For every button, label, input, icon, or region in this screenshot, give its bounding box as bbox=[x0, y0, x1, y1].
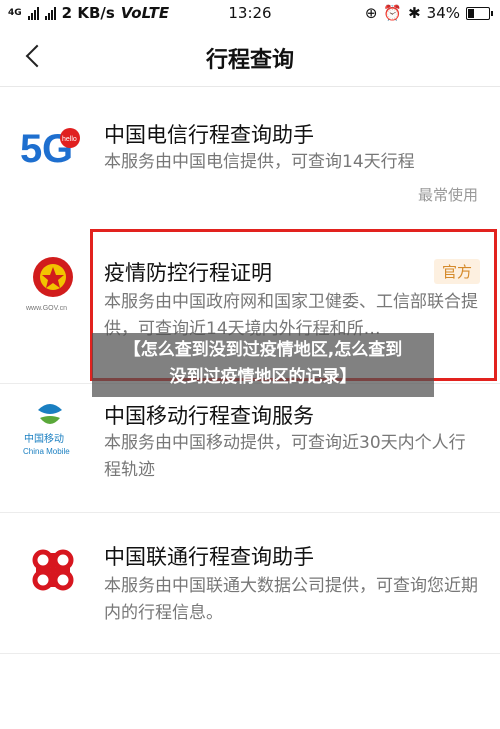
china-telecom-5g-logo: 5 G hello bbox=[20, 127, 80, 171]
status-bar: 4G 2 KB/s VoLTE 13:26 ⊕ ⏰ ✱ 34% bbox=[0, 0, 500, 28]
page-title: 行程查询 bbox=[205, 48, 294, 73]
item-desc: 本服务由中国移动提供，可查询近30天内个人行程轨迹 bbox=[104, 433, 466, 480]
item-desc: 本服务由中国联通大数据公司提供，可查询您近期内的行程信息。 bbox=[104, 576, 478, 623]
bluetooth-icon: ✱ bbox=[408, 4, 421, 22]
svg-text:中国移动: 中国移动 bbox=[24, 432, 64, 445]
item-title: 中国电信行程查询助手 bbox=[104, 123, 314, 147]
battery-icon bbox=[466, 6, 493, 20]
alarm-icon: ⏰ bbox=[383, 4, 403, 22]
svg-text:5: 5 bbox=[20, 127, 42, 171]
list-item-mobile[interactable]: 中国移动 China Mobile 中国移动行程查询服务 本服务由中国移动提供，… bbox=[0, 384, 500, 512]
overlay-line-2: 没到过疫情地区的记录】 bbox=[169, 367, 357, 387]
china-mobile-logo: 中国移动 China Mobile bbox=[23, 404, 70, 456]
battery-percent: 34% bbox=[426, 4, 460, 22]
divider bbox=[0, 653, 500, 654]
overlay-line-1: 【怎么查到没到过疫情地区,怎么查到 bbox=[123, 340, 403, 360]
svg-text:China Mobile: China Mobile bbox=[23, 447, 70, 456]
status-right: ⊕ ⏰ ✱ 34% bbox=[364, 4, 493, 22]
national-emblem-logo: www.GOV.cn bbox=[25, 257, 73, 312]
item-desc: 本服务由中国电信提供，可查询14天行程 bbox=[104, 152, 415, 172]
article-title-overlay: 【怎么查到没到过疫情地区,怎么查到 没到过疫情地区的记录】 bbox=[92, 333, 434, 397]
most-used-label: 最常使用 bbox=[417, 186, 478, 204]
item-title: 中国联通行程查询助手 bbox=[104, 545, 314, 569]
item-title: 中国移动行程查询服务 bbox=[104, 404, 314, 428]
list-item-unicom[interactable]: 中国联通行程查询助手 本服务由中国联通大数据公司提供，可查询您近期内的行程信息。 bbox=[0, 513, 500, 653]
item-title: 疫情防控行程证明 bbox=[104, 261, 272, 285]
svg-text:www.GOV.cn: www.GOV.cn bbox=[25, 305, 67, 312]
list-item-telecom[interactable]: 5 G hello 中国电信行程查询助手 本服务由中国电信提供，可查询14天行程… bbox=[0, 86, 500, 219]
china-unicom-logo bbox=[32, 549, 74, 591]
location-icon: ⊕ bbox=[364, 4, 378, 22]
nav-header: 行程查询 bbox=[0, 28, 500, 87]
official-badge: 官方 bbox=[433, 259, 480, 284]
svg-text:hello: hello bbox=[62, 136, 77, 143]
